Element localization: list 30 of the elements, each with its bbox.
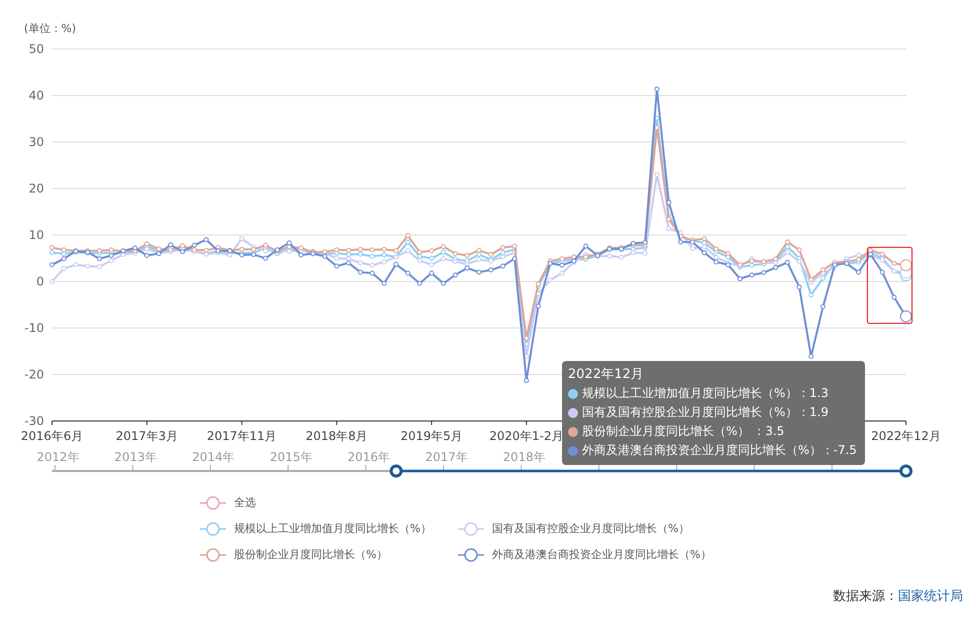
axis-label: 10 — [28, 228, 44, 242]
tooltip-text: 规模以上工业增加值月度同比增长（%）：1.3 — [582, 385, 828, 402]
axis-label: 2019年5月 — [400, 429, 463, 443]
tooltip-title: 2022年12月 — [568, 366, 645, 384]
timeline-label: 2018年 — [502, 450, 546, 464]
tooltip-text: 国有及国有控股企业月度同比增长（%）：1.9 — [582, 404, 828, 421]
axis-label: -10 — [24, 321, 44, 335]
axis-label: 2017年3月 — [116, 429, 178, 443]
timeline-label: 2014年 — [192, 450, 235, 464]
axis-label: -30 — [24, 414, 44, 428]
axis-label: 2016年6月 — [20, 429, 84, 443]
axis-label: 40 — [28, 88, 44, 102]
timeline-label: 2017年 — [425, 450, 468, 464]
timeline-label: 2015年 — [270, 450, 312, 464]
tooltip-text: 股份制企业月度同比增长（%） ：3.5 — [582, 423, 784, 440]
axis-label: 0 — [36, 274, 44, 288]
axis-label: 30 — [28, 135, 44, 149]
axis-label: 2017年11月 — [206, 429, 277, 443]
timeline-label: 2012年 — [36, 450, 80, 464]
axis-label: 2022年12月 — [871, 429, 941, 443]
axis-label: 50 — [28, 42, 44, 56]
tooltip-text: 外商及港澳台商投资企业月度同比增长（%）：-7.5 — [582, 442, 857, 459]
source-label: 数据来源： — [833, 589, 898, 604]
timeline-label: 2016年 — [348, 450, 390, 464]
axis-label: -20 — [24, 368, 44, 382]
axis-label: 20 — [28, 182, 44, 196]
axis-label: 2018年8月 — [306, 429, 368, 443]
axis-title: (单位：%) — [24, 22, 76, 35]
axis-label: 2020年1-2月 — [489, 429, 564, 443]
timeline-label: 2013年 — [114, 450, 157, 464]
